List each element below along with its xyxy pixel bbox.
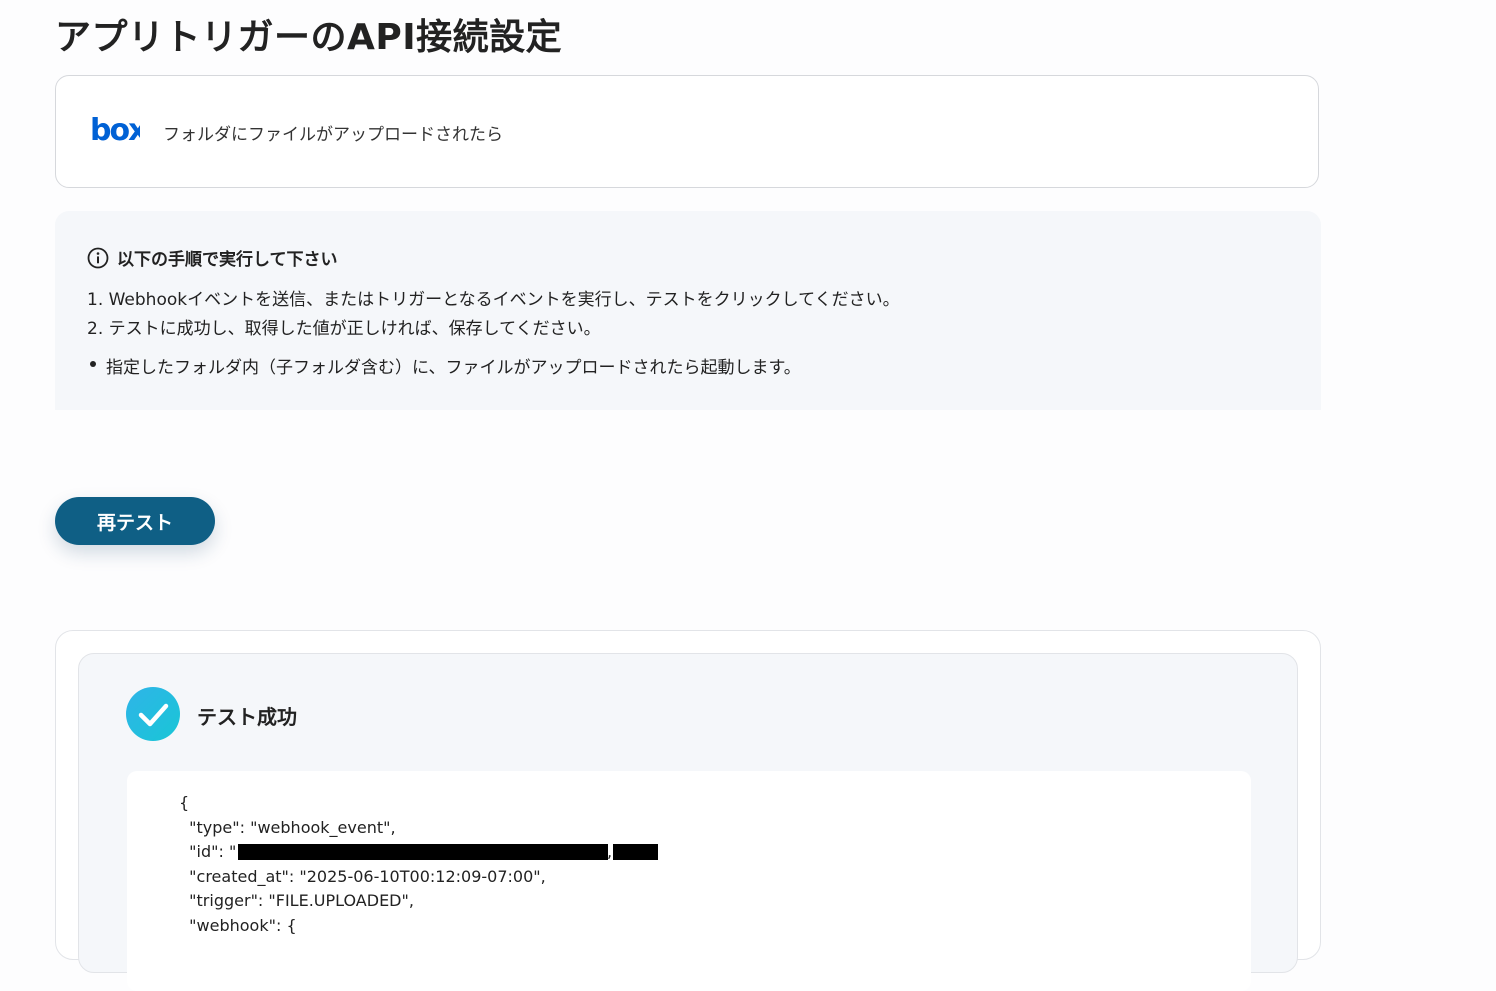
test-success-label: テスト成功 <box>197 705 297 729</box>
bullet-dot <box>90 361 96 367</box>
instruction-step-1: 1. Webhookイベントを送信、またはトリガーとなるイベントを実行し、テスト… <box>87 290 900 310</box>
json-line: "webhook": { <box>179 916 297 935</box>
box-logo: box <box>90 114 140 146</box>
json-line: "created_at": "2025-06-10T00:12:09-07:00… <box>179 867 546 886</box>
instructions-panel: 以下の手順で実行して下さい 1. Webhookイベントを送信、またはトリガーと… <box>55 211 1321 410</box>
instruction-step-2: 2. テストに成功し、取得した値が正しければ、保存してください。 <box>87 319 601 339</box>
redacted-id-tail <box>613 844 658 860</box>
info-circle-icon <box>87 247 109 268</box>
trigger-description: フォルダにファイルがアップロードされたら <box>163 125 503 145</box>
json-output[interactable]: { "type": "webhook_event", "id": " , "cr… <box>127 771 1251 991</box>
check-circle-icon <box>126 687 180 741</box>
trigger-card[interactable]: box フォルダにファイルがアップロードされたら <box>55 75 1319 188</box>
json-line-separator: , <box>607 842 613 861</box>
json-line: { <box>179 793 190 812</box>
instruction-note-text: 指定したフォルダ内（子フォルダ含む）に、ファイルがアップロードされたら起動します… <box>106 358 801 378</box>
test-result-panel: テスト成功 { "type": "webhook_event", "id": "… <box>78 653 1298 991</box>
instruction-note: 指定したフォルダ内（子フォルダ含む）に、ファイルがアップロードされたら起動します… <box>90 353 801 378</box>
page-title: アプリトリガーのAPI接続設定 <box>55 17 563 58</box>
retest-button[interactable]: 再テスト <box>55 497 215 545</box>
json-line: "trigger": "FILE.UPLOADED", <box>179 891 414 910</box>
redacted-id-block <box>238 844 608 860</box>
json-line: "id": " <box>179 842 237 861</box>
instructions-heading: 以下の手順で実行して下さい <box>87 245 338 270</box>
svg-text:box: box <box>90 114 140 146</box>
json-line: "type": "webhook_event", <box>179 818 396 837</box>
test-result-card: テスト成功 { "type": "webhook_event", "id": "… <box>55 630 1321 991</box>
instructions-heading-text: 以下の手順で実行して下さい <box>117 250 338 270</box>
